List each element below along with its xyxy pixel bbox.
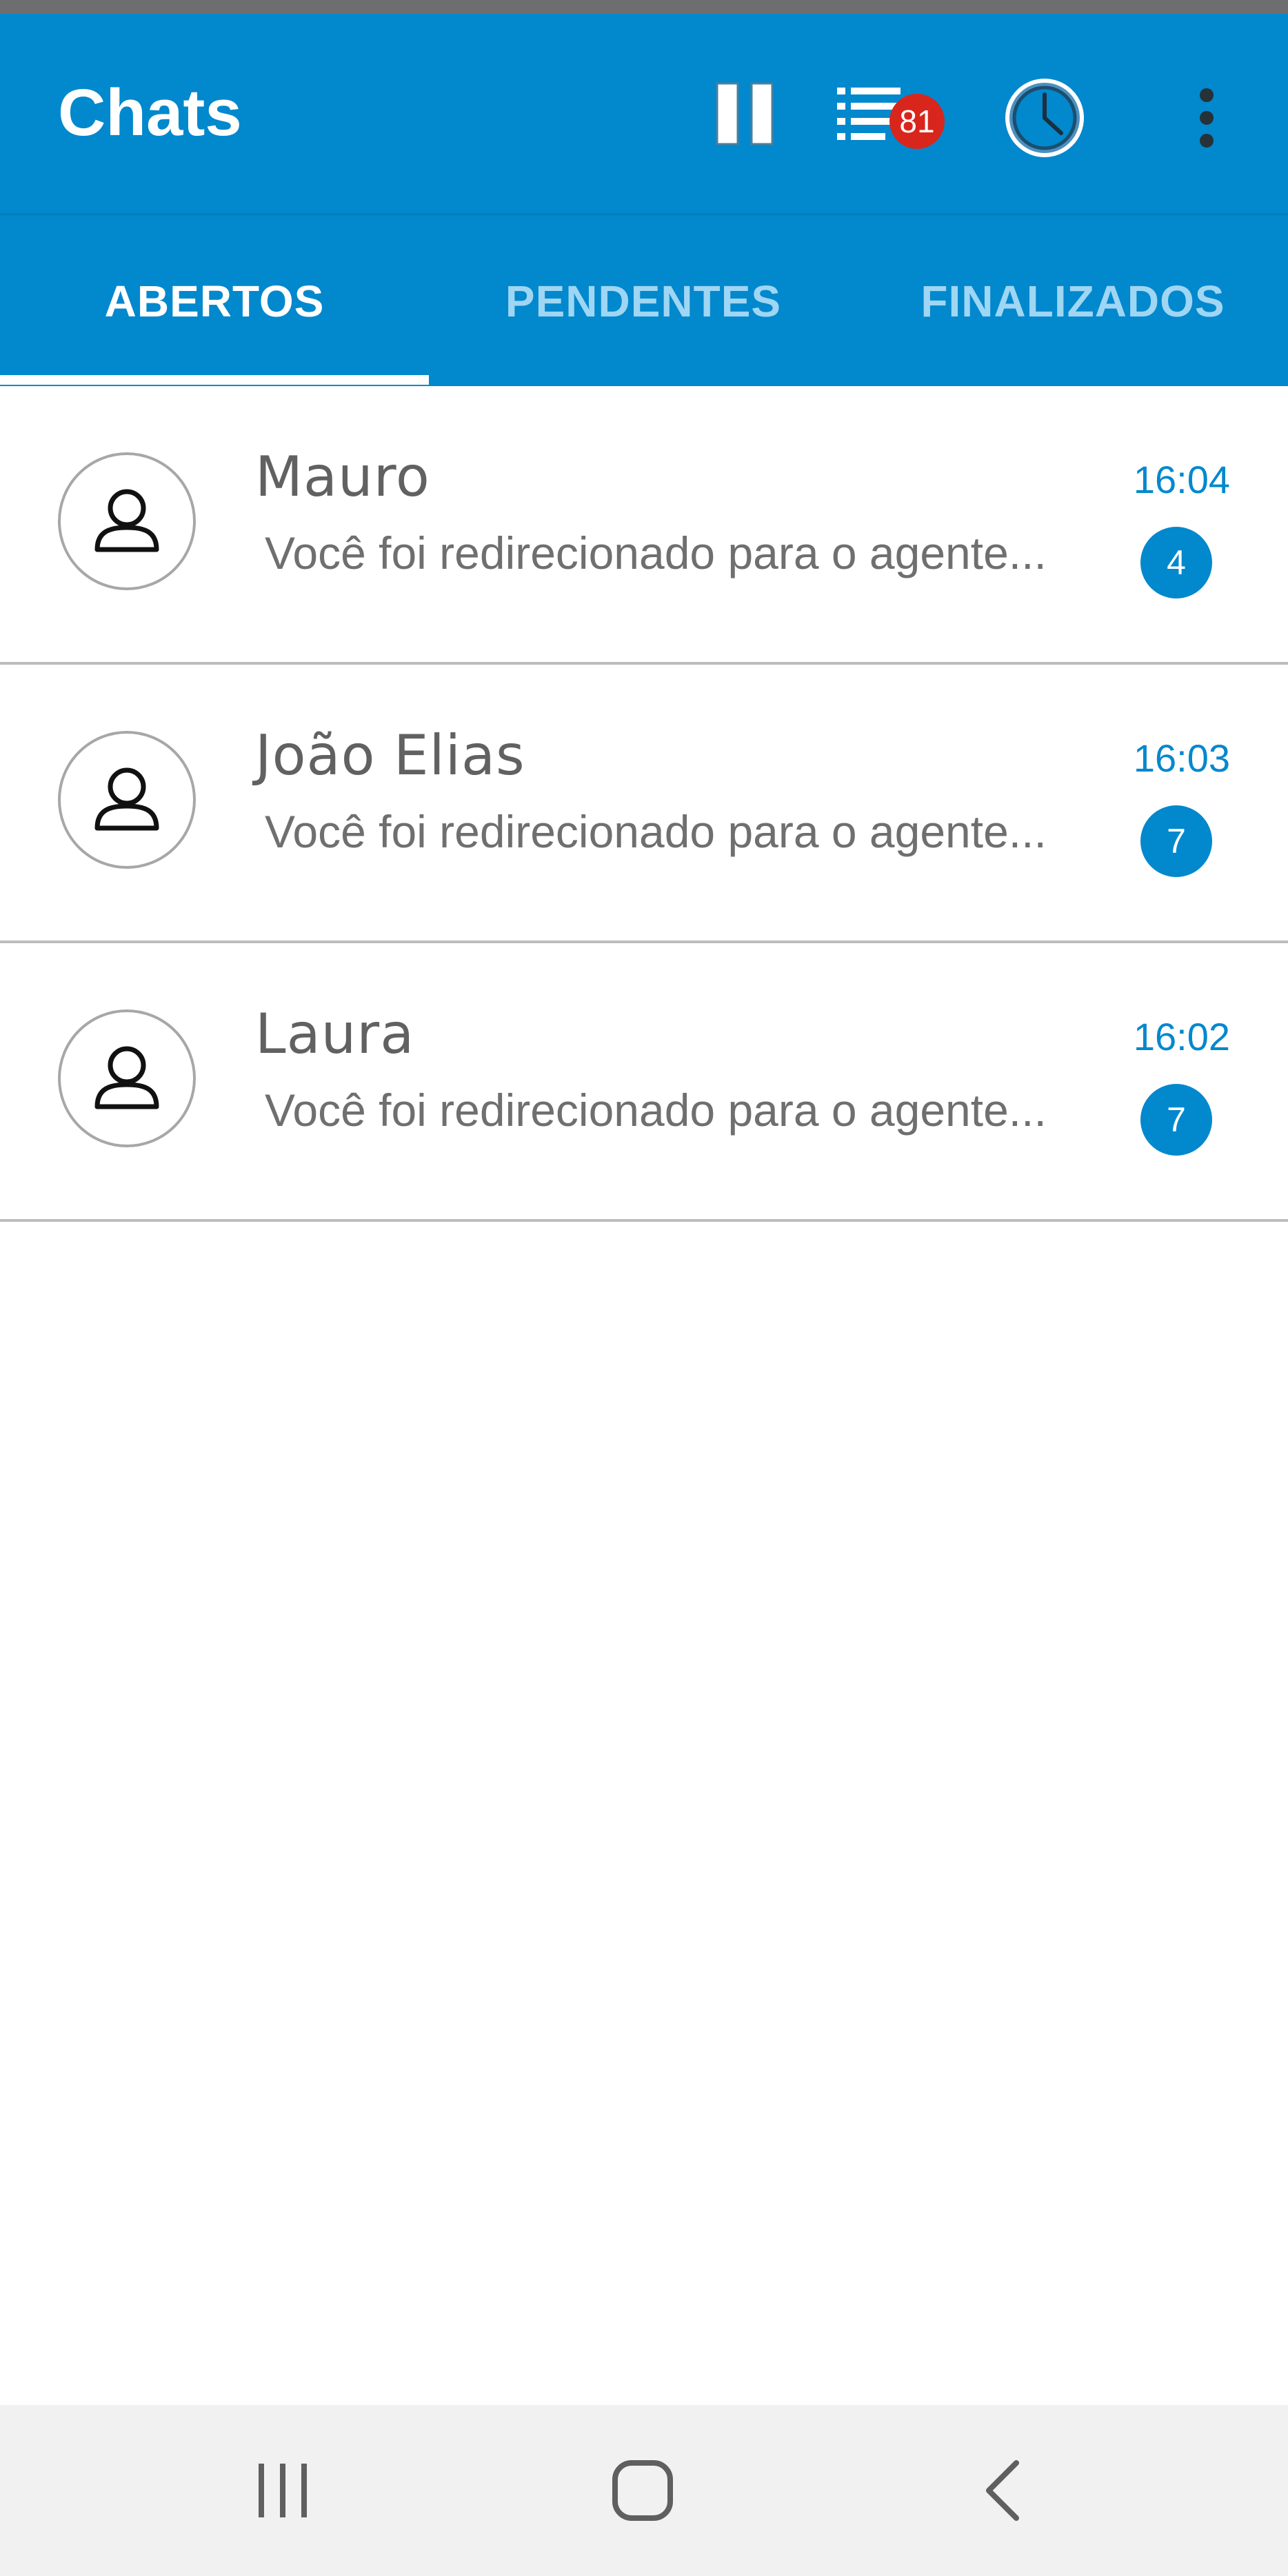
- contact-name: Mauro: [255, 445, 430, 509]
- pause-button[interactable]: [703, 69, 786, 159]
- chat-list: Mauro 16:04 Você foi redirecionado para …: [0, 386, 1288, 1222]
- chat-time: 16:03: [1133, 736, 1230, 780]
- avatar: [58, 1009, 196, 1147]
- system-nav-bar: [0, 2405, 1288, 2576]
- more-vert-icon: [1200, 88, 1214, 148]
- person-icon: [94, 1046, 159, 1109]
- pause-icon: [716, 82, 774, 145]
- tab-bar: ABERTOS PENDENTES FINALIZADOS: [0, 214, 1288, 388]
- back-icon: [986, 2460, 1019, 2521]
- chat-row[interactable]: Mauro 16:04 Você foi redirecionado para …: [0, 386, 1288, 665]
- person-icon: [94, 767, 159, 831]
- history-button[interactable]: [993, 66, 1096, 170]
- back-button[interactable]: [949, 2435, 1059, 2546]
- avatar: [58, 452, 196, 590]
- home-icon: [612, 2460, 673, 2521]
- unread-count-badge: 4: [1140, 527, 1212, 598]
- recent-apps-icon: [259, 2464, 307, 2517]
- chat-row[interactable]: Laura 16:02 Você foi redirecionado para …: [0, 943, 1288, 1222]
- message-preview: Você foi redirecionado para o agente...: [265, 528, 1047, 578]
- chat-time: 16:04: [1133, 458, 1230, 501]
- status-strip: [0, 0, 1288, 14]
- home-button[interactable]: [587, 2435, 698, 2546]
- recent-apps-button[interactable]: [228, 2435, 338, 2546]
- message-preview: Você foi redirecionado para o agente...: [265, 1085, 1047, 1136]
- clock-icon: [1005, 79, 1084, 157]
- unread-count-badge: 7: [1140, 805, 1212, 877]
- tab-abertos[interactable]: ABERTOS: [0, 215, 429, 388]
- active-tab-indicator: [0, 375, 429, 385]
- chat-time: 16:02: [1133, 1015, 1230, 1058]
- contact-name: João Elias: [255, 723, 525, 787]
- message-preview: Você foi redirecionado para o agente...: [265, 807, 1047, 857]
- page-title: Chats: [58, 76, 242, 150]
- avatar: [58, 731, 196, 869]
- tab-finalizados[interactable]: FINALIZADOS: [858, 215, 1288, 388]
- person-icon: [94, 489, 159, 552]
- queue-count-badge: 81: [889, 94, 945, 149]
- chats-screen: Chats 81 ABERTOS PENDENTES FINALIZADOS M…: [0, 0, 1288, 2576]
- contact-name: Laura: [255, 1002, 415, 1066]
- unread-count-badge: 7: [1140, 1084, 1212, 1156]
- chat-row[interactable]: João Elias 16:03 Você foi redirecionado …: [0, 665, 1288, 943]
- more-options-button[interactable]: [1179, 66, 1234, 170]
- tab-pendentes[interactable]: PENDENTES: [429, 215, 858, 388]
